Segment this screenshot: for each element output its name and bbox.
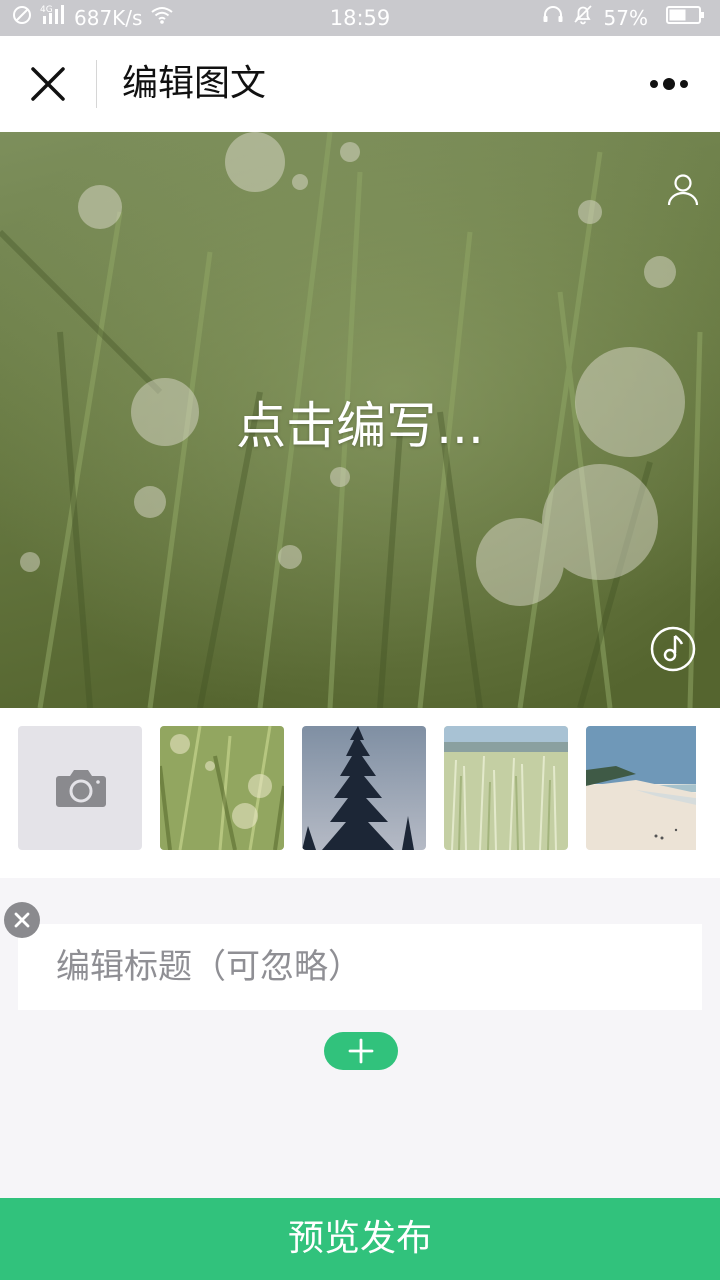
user-icon <box>667 174 699 206</box>
thumbnail-grass[interactable] <box>160 726 284 850</box>
edit-article-page: 4G 687K/s 18:59 57% 编辑图文 点击编写... 编辑标题（可忽… <box>0 0 720 1280</box>
thumbnail-wheat[interactable] <box>444 726 568 850</box>
pine-tree-image <box>302 726 426 850</box>
preview-publish-button[interactable]: 预览发布 <box>0 1198 720 1280</box>
plus-icon <box>348 1038 374 1064</box>
music-note-icon <box>650 626 696 672</box>
author-button[interactable] <box>666 172 700 208</box>
more-button[interactable] <box>638 66 700 102</box>
clear-title-button[interactable] <box>4 902 40 938</box>
battery-icon <box>666 0 706 36</box>
camera-button[interactable] <box>18 726 142 850</box>
image-picker-strip <box>0 708 720 878</box>
clear-icon <box>14 912 30 928</box>
add-content-button[interactable] <box>324 1032 398 1070</box>
beach-image <box>586 726 696 850</box>
page-title: 编辑图文 <box>122 63 267 104</box>
battery-fill <box>669 9 686 21</box>
camera-icon <box>56 770 106 807</box>
nav-bar: 编辑图文 <box>0 36 720 132</box>
title-input[interactable]: 编辑标题（可忽略） <box>56 924 362 1010</box>
wheat-field-image <box>444 726 568 850</box>
close-button[interactable] <box>26 62 70 106</box>
battery-percent: 57% <box>603 6 648 30</box>
nav-divider <box>96 60 97 108</box>
cover-edit-prompt[interactable]: 点击编写... <box>0 386 720 458</box>
title-editor[interactable]: 编辑标题（可忽略） <box>18 924 702 1010</box>
thumbnail-pine[interactable] <box>302 726 426 850</box>
cover-image[interactable]: 点击编写... <box>0 132 720 708</box>
close-icon <box>31 67 65 101</box>
bell-muted-icon <box>572 0 594 36</box>
music-button[interactable] <box>650 626 696 672</box>
status-bar: 4G 687K/s 18:59 57% <box>0 0 720 36</box>
headset-icon <box>542 0 564 36</box>
more-dots-icon <box>650 78 688 90</box>
thumbnail-beach[interactable] <box>586 726 696 850</box>
status-bar-right: 57% <box>534 0 706 36</box>
grass-bokeh-image <box>160 726 284 850</box>
